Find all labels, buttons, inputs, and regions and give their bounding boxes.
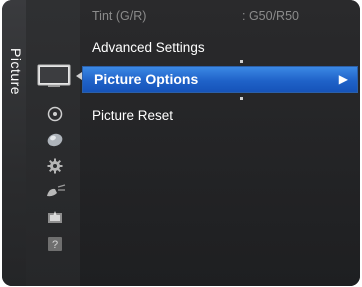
input-icon[interactable] bbox=[45, 183, 67, 199]
category-strip: Picture bbox=[2, 0, 26, 286]
setup-icon[interactable] bbox=[47, 158, 63, 174]
support-icon[interactable]: ? bbox=[46, 236, 64, 252]
svg-text:?: ? bbox=[52, 239, 58, 251]
menu-item-advanced-settings[interactable]: Advanced Settings bbox=[92, 40, 205, 55]
menu-item-label: Picture Options bbox=[94, 71, 199, 87]
scroll-up-indicator bbox=[240, 60, 243, 63]
tint-value: : G50/R50 bbox=[242, 9, 299, 23]
menu-item-label: Advanced Settings bbox=[92, 40, 205, 55]
menu-item-tint[interactable]: Tint (G/R) bbox=[92, 9, 146, 23]
picture-icon[interactable] bbox=[37, 64, 71, 88]
submenu-arrow-icon: ▶ bbox=[338, 72, 348, 86]
channel-icon[interactable] bbox=[46, 132, 64, 148]
menu-item-picture-options[interactable]: Picture Options ▶ bbox=[82, 66, 358, 93]
menu-item-label: Picture Reset bbox=[92, 108, 174, 123]
sound-icon[interactable] bbox=[47, 106, 63, 122]
category-title: Picture bbox=[8, 48, 24, 96]
scroll-down-indicator bbox=[240, 97, 243, 100]
application-icon[interactable] bbox=[46, 210, 64, 226]
menu-item-label: Tint (G/R) bbox=[92, 9, 147, 23]
menu-item-picture-reset[interactable]: Picture Reset bbox=[92, 108, 173, 123]
